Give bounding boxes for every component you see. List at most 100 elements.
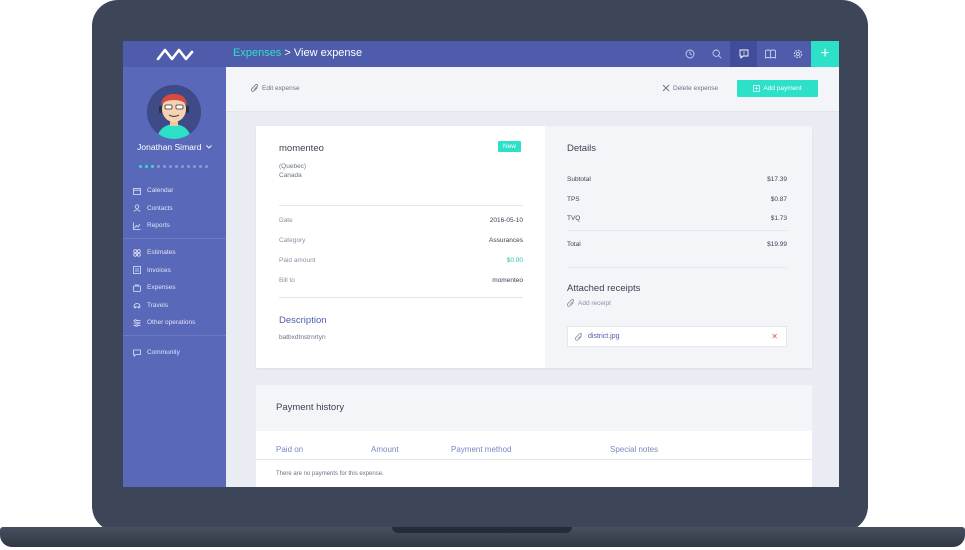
breadcrumb: Expenses > View expense <box>233 47 362 59</box>
sidebar-divider <box>123 238 226 239</box>
paperclip-icon <box>575 332 583 341</box>
pager-dot[interactable] <box>181 165 184 168</box>
receipt-file[interactable]: district.jpg ✕ <box>567 326 787 347</box>
contacts-icon <box>133 204 141 213</box>
notifications-button[interactable] <box>730 41 757 67</box>
sidebar-item-label: Other operations <box>147 319 196 327</box>
field-label: Category <box>279 237 306 244</box>
attached-receipts-title: Attached receipts <box>567 283 641 294</box>
sidebar-item-label: Contacts <box>147 204 173 212</box>
receipt-file-name[interactable]: district.jpg <box>588 333 620 340</box>
column-header[interactable]: Amount <box>371 445 399 454</box>
breadcrumb-expenses-link[interactable]: Expenses <box>233 47 281 59</box>
breadcrumb-separator: > <box>284 47 291 59</box>
pager-dot[interactable] <box>199 165 202 168</box>
column-header[interactable]: Paid on <box>276 445 303 454</box>
pager-dot[interactable] <box>175 165 178 168</box>
paperclip-icon <box>251 84 259 92</box>
topbar-icons <box>676 41 811 67</box>
detail-label: TVQ <box>567 215 581 222</box>
sidebar-item-label: Expenses <box>147 284 176 292</box>
expense-summary: momenteo New (Quebec) Canada Date 2016-0… <box>256 126 545 368</box>
field-row: Paid amount $0.00 <box>279 257 523 264</box>
pager-dot[interactable] <box>139 165 142 168</box>
guide-button[interactable] <box>757 41 784 67</box>
remove-receipt-icon[interactable]: ✕ <box>771 332 778 341</box>
pager-dot[interactable] <box>145 165 148 168</box>
divider <box>279 205 523 206</box>
field-row: Category Assurances <box>279 237 523 244</box>
field-row: Bill to momenteo <box>279 277 523 284</box>
sidebar-item-other-operations[interactable]: Other operations <box>123 314 226 332</box>
paperclip-icon <box>567 299 575 307</box>
add-receipt-button[interactable]: Add receipt <box>567 299 611 307</box>
username-label: Jonathan Simard <box>137 142 202 152</box>
column-header[interactable]: Special notes <box>610 445 658 454</box>
total-label: Total <box>567 241 581 248</box>
delete-expense-label: Delete expense <box>673 84 719 92</box>
payment-history-columns: Paid on Amount Payment method Special no… <box>256 443 812 460</box>
calendar-icon <box>133 187 141 195</box>
add-button[interactable]: + <box>811 41 839 67</box>
history-button[interactable] <box>676 41 703 67</box>
pager-dot[interactable] <box>193 165 196 168</box>
edit-expense-button[interactable]: Edit expense <box>251 84 300 92</box>
status-badge: New <box>498 141 522 152</box>
total-row: Total $19.99 <box>567 241 787 248</box>
sidebar-item-estimates[interactable]: Estimates <box>123 244 226 262</box>
detail-value: $0.87 <box>770 196 787 203</box>
field-row: Date 2016-05-10 <box>279 217 523 224</box>
sidebar-nav: Community <box>123 344 226 362</box>
invoices-icon <box>133 266 141 275</box>
search-button[interactable] <box>703 41 730 67</box>
payment-history-header: Payment history <box>256 385 812 431</box>
sidebar-divider <box>123 335 226 336</box>
field-value: Assurances <box>489 237 523 244</box>
sidebar-item-community[interactable]: Community <box>123 344 226 362</box>
empty-state-text: There are no payments for this expense. <box>276 471 384 477</box>
reports-icon <box>133 222 141 230</box>
app-logo[interactable] <box>123 41 226 67</box>
description-text: batbxdtnstrnrtyn <box>279 334 326 341</box>
expense-card: momenteo New (Quebec) Canada Date 2016-0… <box>256 126 812 368</box>
search-icon <box>712 49 722 59</box>
pager-dot[interactable] <box>151 165 154 168</box>
laptop-notch <box>392 527 572 533</box>
expenses-icon <box>133 284 141 292</box>
sidebar-item-expenses[interactable]: Expenses <box>123 279 226 297</box>
pager-dots <box>139 165 208 168</box>
sidebar-item-label: Reports <box>147 222 170 230</box>
address-line: Canada <box>279 172 302 179</box>
settings-button[interactable] <box>784 41 811 67</box>
add-payment-label: Add payment <box>763 85 802 92</box>
detail-label: Subtotal <box>567 176 591 183</box>
column-header[interactable]: Payment method <box>451 445 511 454</box>
topbar: Expenses > View expense + <box>226 41 839 67</box>
user-menu[interactable]: Jonathan Simard <box>123 142 226 152</box>
avatar[interactable] <box>147 85 201 139</box>
payment-history-card: Payment history Paid on Amount Payment m… <box>256 385 812 487</box>
description-title: Description <box>279 315 327 326</box>
pager-dot[interactable] <box>205 165 208 168</box>
sidebar-item-invoices[interactable]: Invoices <box>123 262 226 280</box>
pager-dot[interactable] <box>187 165 190 168</box>
add-payment-button[interactable]: Add payment <box>737 80 818 97</box>
sidebar-item-reports[interactable]: Reports <box>123 217 226 235</box>
estimates-icon <box>133 249 141 257</box>
sidebar-item-contacts[interactable]: Contacts <box>123 200 226 218</box>
delete-expense-button[interactable]: Delete expense <box>662 84 718 92</box>
sidebar-item-travels[interactable]: Travels <box>123 297 226 315</box>
detail-row: TVQ $1.73 <box>567 215 787 222</box>
sidebar-item-calendar[interactable]: Calendar <box>123 182 226 200</box>
logo-icon <box>156 48 193 61</box>
detail-row: Subtotal $17.39 <box>567 176 787 183</box>
sidebar: Jonathan Simard Calendar Contacts Report… <box>123 41 226 487</box>
pager-dot[interactable] <box>163 165 166 168</box>
gear-icon <box>793 49 802 59</box>
community-icon <box>133 349 141 357</box>
total-value: $19.99 <box>767 241 787 248</box>
pager-dot[interactable] <box>157 165 160 168</box>
pager-dot[interactable] <box>169 165 172 168</box>
sidebar-nav: Estimates Invoices Expenses Travels Othe… <box>123 244 226 332</box>
detail-value: $1.73 <box>770 215 787 222</box>
